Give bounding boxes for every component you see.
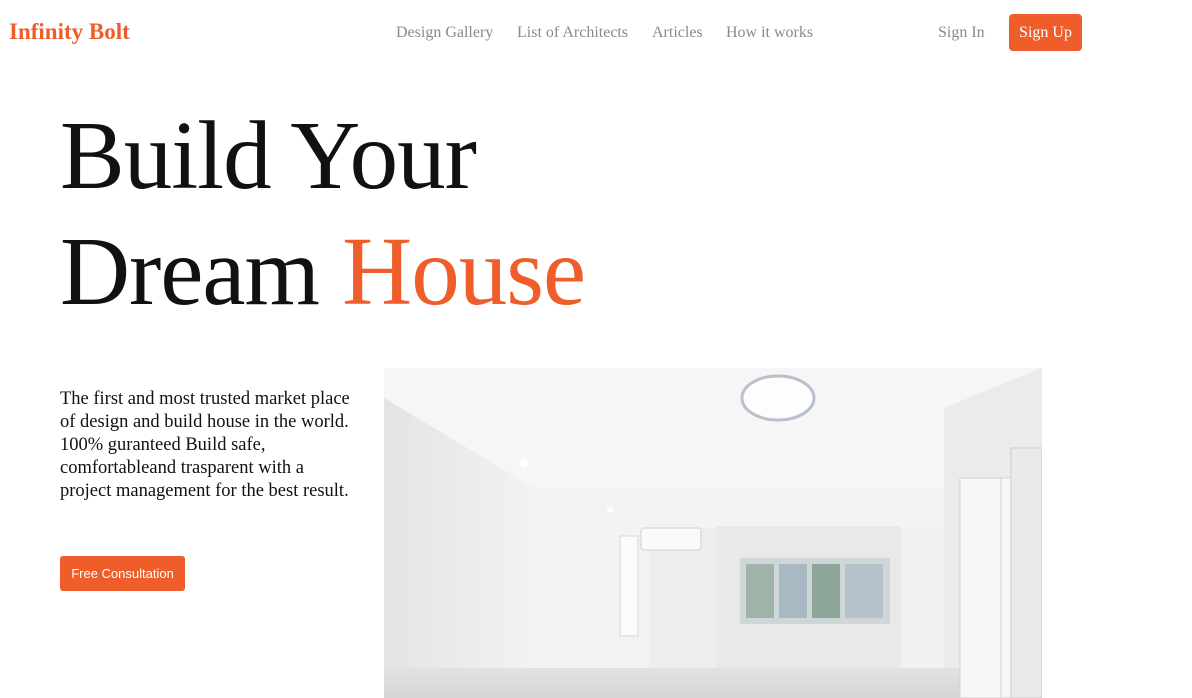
room-illustration xyxy=(384,368,1042,698)
sign-in-link[interactable]: Sign In xyxy=(938,24,985,42)
brand-logo[interactable]: Infinity Bolt xyxy=(9,18,130,46)
nav-link-articles[interactable]: Articles xyxy=(652,24,703,42)
nav-link-how-it-works[interactable]: How it works xyxy=(726,24,813,42)
free-consultation-button[interactable]: Free Consultation xyxy=(60,556,185,591)
hero-title-accent: House xyxy=(342,218,586,325)
hero-title: Build Your Dream House xyxy=(60,98,586,330)
nav-link-design-gallery[interactable]: Design Gallery xyxy=(396,24,493,42)
sign-up-button[interactable]: Sign Up xyxy=(1009,14,1082,51)
hero-description: The first and most trusted market place … xyxy=(60,389,350,501)
nav-link-list-of-architects[interactable]: List of Architects xyxy=(517,24,628,42)
interior-room-photo xyxy=(384,368,1042,698)
hero-title-line1: Build Your xyxy=(60,102,477,209)
hero-title-line2: Dream xyxy=(60,218,320,325)
